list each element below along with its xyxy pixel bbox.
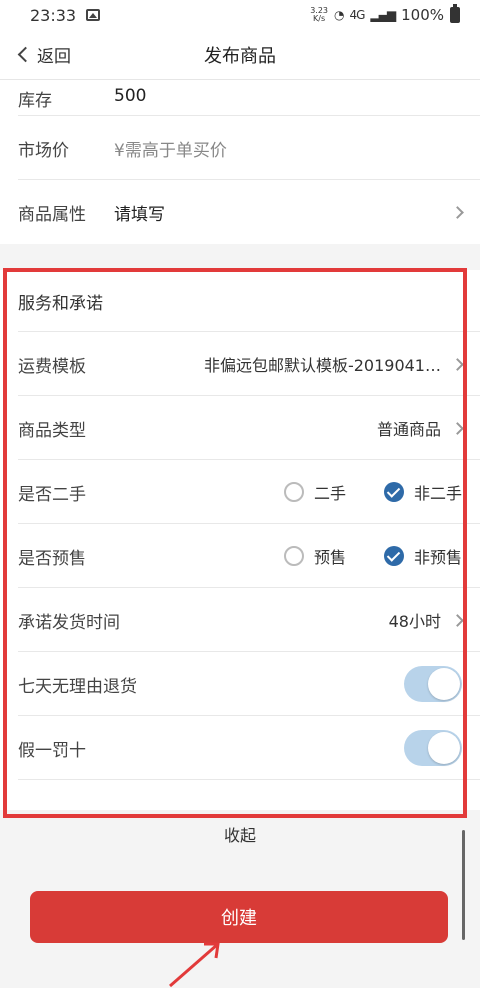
row-right: 预售 非预售 [258, 544, 462, 568]
second-hand-row: 是否二手 二手 非二手 [0, 460, 480, 524]
radio-checked-icon [383, 546, 404, 566]
service-title-text: 服务和承诺 [18, 293, 103, 314]
collapse-link[interactable]: 收起 [0, 822, 480, 846]
seven-day-return-label: 七天无理由退货 [18, 676, 137, 697]
chevron-right-icon [451, 205, 464, 219]
stock-value[interactable]: 500 [114, 86, 146, 106]
seven-day-return-row: 七天无理由退货 [0, 652, 480, 716]
shipping-template-row[interactable]: 运费模板 非偏远包邮默认模板-2019041… [0, 332, 480, 396]
wifi-icon: ◔ [334, 8, 345, 22]
annotation-arrow-icon [169, 942, 220, 988]
market-price-label: 市场价 [18, 140, 69, 161]
ship-time-row[interactable]: 承诺发货时间 48小时 [0, 588, 480, 652]
ship-time-value: 48小时 [388, 612, 441, 631]
second-hand-label: 是否二手 [18, 484, 86, 505]
status-left: 23:33 [30, 5, 101, 25]
row-right [404, 666, 462, 702]
ship-time-label: 承诺发货时间 [18, 612, 120, 633]
radio-label: 预售 [313, 548, 346, 567]
product-form-section: 库存 500 市场价 ¥需高于单买价 商品属性 请填写 [0, 80, 480, 244]
fake-penalty-label: 假一罚十 [18, 740, 86, 761]
shipping-template-label: 运费模板 [18, 356, 86, 377]
market-price-row[interactable]: 市场价 ¥需高于单买价 [0, 116, 480, 180]
product-type-label: 商品类型 [18, 420, 86, 441]
row-right [404, 730, 462, 766]
product-attributes-value: 请填写 [114, 204, 165, 225]
battery-text: 100% [401, 6, 444, 24]
presale-label: 是否预售 [18, 548, 86, 569]
status-right: 3.23 K/s ◔ 4G ▂▄▆ 100% [310, 4, 460, 24]
radio-presale[interactable]: 预售 [283, 544, 346, 568]
network-type: 4G [349, 8, 365, 22]
row-right: 48小时 [388, 608, 464, 632]
stock-label: 库存 [18, 91, 52, 111]
shipping-template-value: 非偏远包邮默认模板-2019041… [203, 356, 441, 375]
battery-icon [450, 4, 460, 23]
radio-not-second-hand[interactable]: 非二手 [383, 480, 462, 504]
product-type-value: 普通商品 [376, 420, 441, 439]
radio-checked-icon [383, 482, 404, 502]
product-attributes-row[interactable]: 商品属性 请填写 [0, 180, 480, 244]
status-time: 23:33 [30, 5, 77, 25]
row-right: 非偏远包邮默认模板-2019041… [203, 352, 464, 376]
speed-unit: K/s [313, 14, 326, 23]
create-button[interactable]: 创建 [30, 891, 448, 943]
image-notification-icon [86, 9, 101, 21]
row-right: 普通商品 [376, 416, 464, 440]
chevron-right-icon [451, 613, 464, 627]
chevron-right-icon [451, 421, 464, 435]
scrollbar[interactable] [462, 830, 465, 940]
create-label: 创建 [221, 908, 257, 929]
nav-bar: 返回 发布商品 [0, 30, 480, 80]
signal-icon: ▂▄▆ [370, 8, 396, 22]
row-right [451, 205, 464, 219]
product-type-row[interactable]: 商品类型 普通商品 [0, 396, 480, 460]
presale-row: 是否预售 预售 非预售 [0, 524, 480, 588]
fake-penalty-row: 假一罚十 [0, 716, 480, 780]
product-attributes-label: 商品属性 [18, 204, 86, 225]
seven-day-return-toggle[interactable] [404, 666, 462, 702]
fake-penalty-toggle[interactable] [404, 730, 462, 766]
page-title: 发布商品 [204, 46, 276, 67]
status-bar: 23:33 3.23 K/s ◔ 4G ▂▄▆ 100% [0, 0, 480, 30]
row-right: 二手 非二手 [258, 480, 462, 504]
radio-label: 非二手 [413, 484, 462, 503]
radio-unchecked-icon [283, 546, 304, 566]
radio-label: 二手 [313, 484, 346, 503]
radio-second-hand[interactable]: 二手 [283, 480, 346, 504]
divider [18, 779, 480, 780]
radio-not-presale[interactable]: 非预售 [383, 544, 462, 568]
chevron-right-icon [451, 357, 464, 371]
service-section: 服务和承诺 运费模板 非偏远包邮默认模板-2019041… 商品类型 普通商品 … [0, 270, 480, 810]
radio-unchecked-icon [283, 482, 304, 502]
radio-label: 非预售 [413, 548, 462, 567]
market-price-input[interactable]: ¥需高于单买价 [114, 136, 227, 161]
service-title: 服务和承诺 [0, 270, 480, 332]
network-speed: 3.23 K/s [310, 7, 328, 23]
stock-row[interactable]: 库存 500 [0, 80, 480, 116]
